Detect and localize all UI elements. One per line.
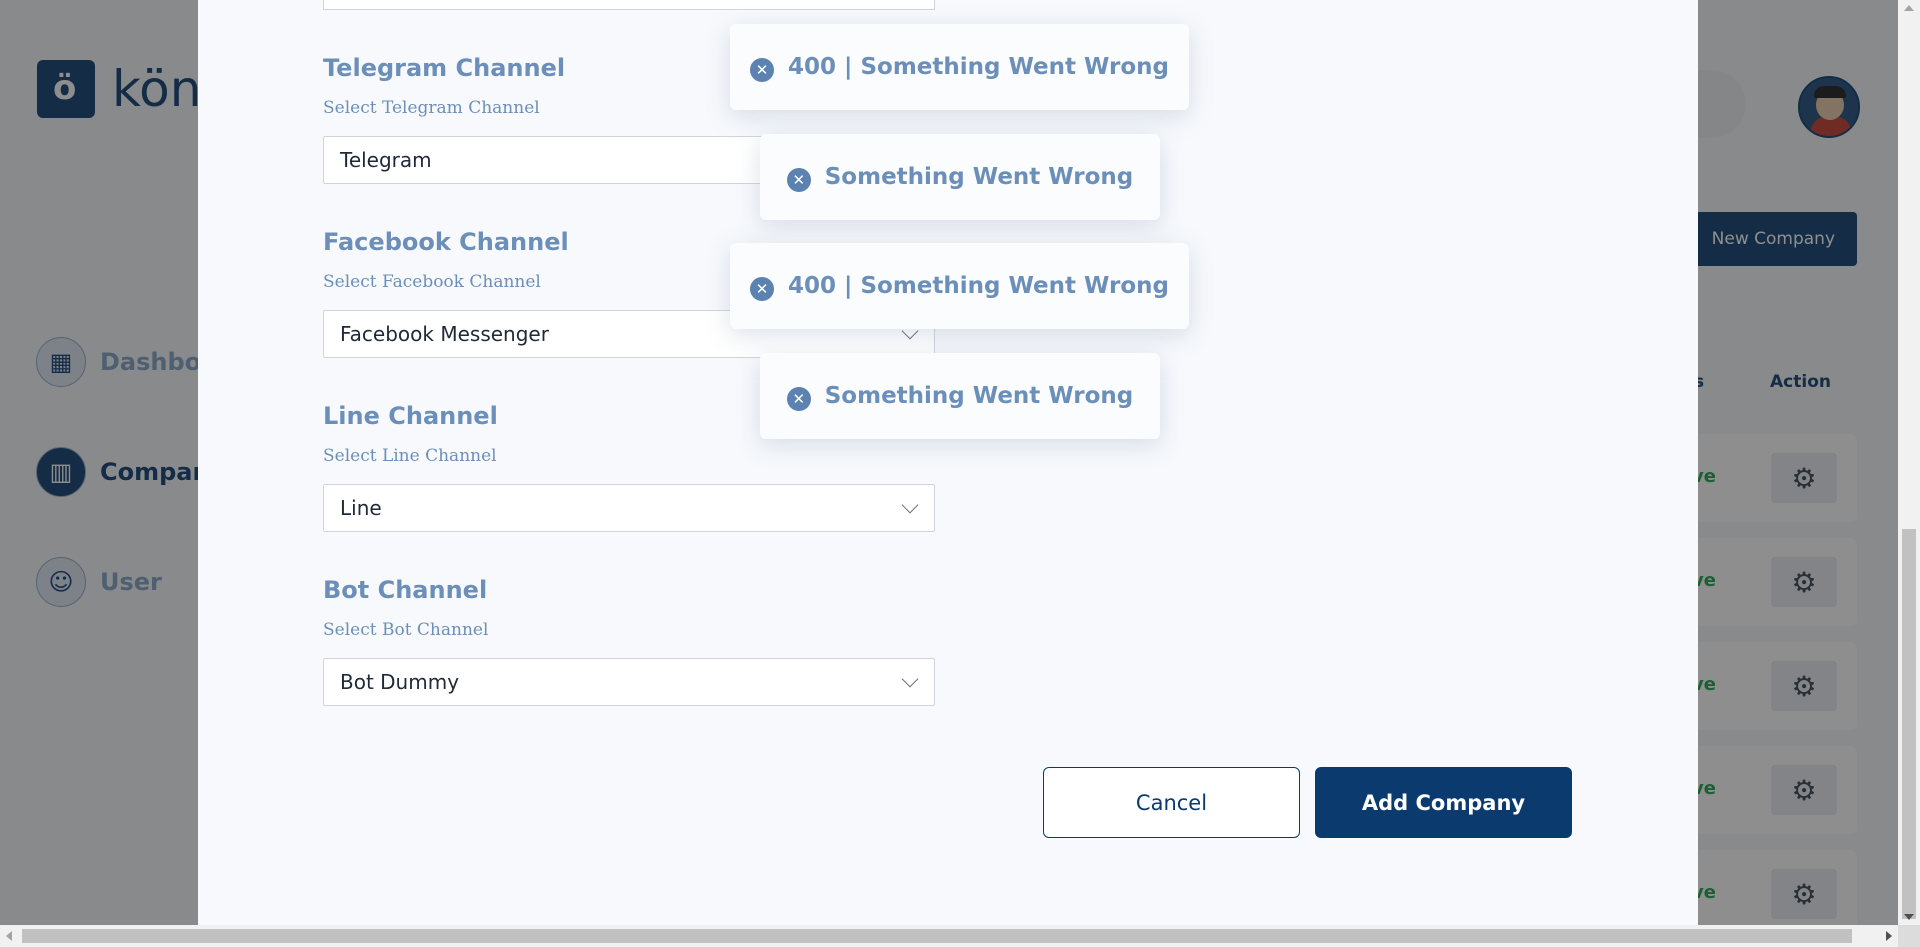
- toast-message: Something Went Wrong: [824, 164, 1134, 190]
- horizontal-scrollbar[interactable]: [0, 925, 1898, 947]
- facebook-channel-value: Facebook Messenger: [340, 322, 549, 346]
- bot-channel-value: Bot Dummy: [340, 670, 460, 694]
- scroll-left-arrow-icon[interactable]: [6, 931, 12, 941]
- bot-channel-select[interactable]: Bot Dummy: [323, 658, 935, 706]
- close-icon[interactable]: ✕: [750, 58, 775, 82]
- telegram-channel-subtitle: Select Telegram Channel: [323, 98, 540, 118]
- toast-message: 400 | Something Went Wrong: [788, 54, 1169, 80]
- close-icon[interactable]: ✕: [750, 277, 775, 301]
- error-toast[interactable]: ✕ 400 | Something Went Wrong: [730, 24, 1189, 110]
- scroll-right-arrow-icon[interactable]: [1886, 931, 1892, 941]
- facebook-channel-subtitle: Select Facebook Channel: [323, 272, 541, 292]
- bot-channel-subtitle: Select Bot Channel: [323, 620, 489, 640]
- vertical-scrollbar-thumb[interactable]: [1902, 529, 1916, 919]
- telegram-channel-value: Telegram: [340, 148, 432, 172]
- telegram-channel-title: Telegram Channel: [323, 54, 566, 82]
- chevron-down-icon: [901, 670, 919, 688]
- toast-message: Something Went Wrong: [824, 383, 1134, 409]
- close-icon[interactable]: ✕: [786, 387, 811, 411]
- line-channel-value: Line: [340, 496, 382, 520]
- scrollbar-corner: [1898, 925, 1920, 947]
- toast-message: 400 | Something Went Wrong: [788, 273, 1169, 299]
- previous-field-input[interactable]: [323, 0, 935, 10]
- horizontal-scrollbar-thumb[interactable]: [22, 929, 1852, 943]
- line-channel-subtitle: Select Line Channel: [323, 446, 497, 466]
- error-toast[interactable]: ✕ Something Went Wrong: [760, 134, 1160, 220]
- error-toast[interactable]: ✕ Something Went Wrong: [760, 353, 1160, 439]
- line-channel-select[interactable]: Line: [323, 484, 935, 532]
- add-company-button[interactable]: Add Company: [1315, 767, 1572, 838]
- bot-channel-title: Bot Channel: [323, 576, 488, 604]
- vertical-scrollbar[interactable]: [1898, 0, 1920, 925]
- facebook-channel-title: Facebook Channel: [323, 228, 569, 256]
- cancel-button[interactable]: Cancel: [1043, 767, 1300, 838]
- scroll-up-arrow-icon[interactable]: [1904, 5, 1914, 11]
- line-channel-title: Line Channel: [323, 402, 498, 430]
- chevron-down-icon: [901, 496, 919, 514]
- close-icon[interactable]: ✕: [786, 168, 811, 192]
- error-toast[interactable]: ✕ 400 | Something Went Wrong: [730, 243, 1189, 329]
- scroll-down-arrow-icon[interactable]: [1904, 914, 1914, 920]
